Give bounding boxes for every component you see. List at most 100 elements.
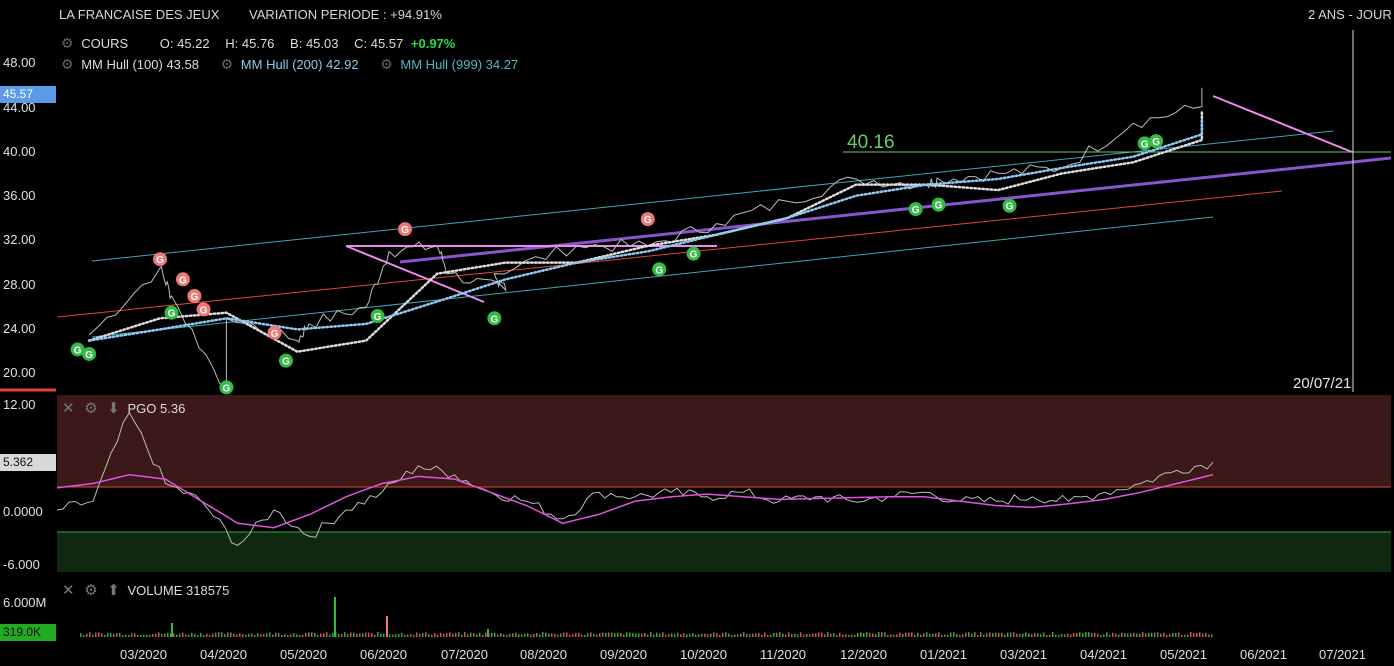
volume-bar	[1130, 633, 1132, 637]
volume-bar	[101, 633, 103, 637]
volume-bar	[983, 634, 985, 637]
volume-bar	[377, 632, 379, 637]
volume-bar	[122, 634, 124, 637]
x-tick: 07/2020	[441, 647, 488, 662]
volume-bar	[158, 632, 160, 637]
volume-bar	[1169, 633, 1171, 637]
volume-bar	[776, 632, 778, 637]
volume-bar	[734, 634, 736, 637]
y-tick: 20.00	[3, 365, 36, 380]
volume-bar	[287, 634, 289, 637]
volume-bar	[524, 633, 526, 637]
volume-bar	[707, 634, 709, 637]
volume-bar	[584, 634, 586, 637]
volume-bar	[1142, 632, 1144, 637]
y-tick: 28.00	[3, 277, 36, 292]
volume-bar	[1106, 632, 1108, 637]
volume-bar	[644, 632, 646, 637]
volume-bar	[665, 634, 667, 637]
buy-signal-marker-glyph: G	[85, 350, 93, 361]
volume-bar	[653, 634, 655, 637]
x-tick: 03/2020	[120, 647, 167, 662]
sell-signal-marker-glyph: G	[401, 225, 409, 236]
volume-bar	[1199, 632, 1201, 637]
volume-bar	[674, 634, 676, 637]
volume-bar	[905, 632, 907, 637]
volume-bar	[260, 634, 262, 637]
arrow-down-icon[interactable]: ⬇	[107, 400, 120, 417]
volume-bar	[1175, 632, 1177, 637]
volume-bar	[965, 632, 967, 637]
volume-bar	[353, 632, 355, 637]
volume-value-box: 319.0K	[0, 624, 56, 641]
volume-bar	[140, 634, 142, 637]
volume-bar	[749, 634, 751, 637]
volume-bar	[803, 634, 805, 637]
volume-bar	[302, 634, 304, 637]
volume-bar	[812, 633, 814, 637]
x-tick: 10/2020	[680, 647, 727, 662]
volume-bar	[386, 616, 388, 637]
volume-bar	[920, 634, 922, 637]
arrow-up-icon[interactable]: ⬆	[107, 582, 120, 599]
volume-bar	[125, 634, 127, 637]
volume-bar	[602, 632, 604, 637]
volume-bar	[1004, 634, 1006, 637]
volume-bar	[650, 632, 652, 637]
volume-bar	[1037, 633, 1039, 637]
volume-bar	[452, 633, 454, 637]
x-tick: 11/2020	[760, 647, 807, 662]
volume-bar	[1205, 632, 1207, 637]
close-icon[interactable]: ✕	[62, 400, 75, 417]
volume-bar	[521, 634, 523, 637]
chart-canvas[interactable]: GGGGGG GGGG G GG GGGGGGGG	[0, 0, 1394, 666]
volume-bar	[683, 632, 685, 637]
gear-icon[interactable]: ⚙	[84, 582, 97, 599]
volume-bar	[692, 633, 694, 637]
volume-bar	[875, 634, 877, 637]
volume-bar	[611, 632, 613, 637]
volume-bar	[1079, 632, 1081, 637]
gear-icon[interactable]: ⚙	[84, 400, 97, 417]
volume-bar	[557, 634, 559, 637]
volume-bar	[371, 632, 373, 637]
volume-bar	[83, 634, 85, 637]
volume-bar	[1064, 634, 1066, 637]
volume-bar	[989, 632, 991, 637]
close-icon[interactable]: ✕	[62, 582, 75, 599]
volume-bar	[638, 633, 640, 637]
volume-bar	[1085, 632, 1087, 637]
volume-bar	[620, 632, 622, 637]
volume-bar	[278, 633, 280, 637]
volume-bar	[788, 632, 790, 637]
volume-bar	[308, 632, 310, 637]
volume-bar	[215, 632, 217, 637]
volume-bar	[716, 632, 718, 637]
sell-signal-marker-glyph: G	[156, 255, 164, 266]
volume-bar	[1094, 632, 1096, 637]
volume-bar	[428, 634, 430, 637]
buy-signal-marker-glyph: G	[374, 312, 382, 323]
volume-bar	[656, 632, 658, 637]
volume-bar	[1097, 633, 1099, 637]
volume-bar	[398, 633, 400, 637]
volume-bar	[1100, 634, 1102, 637]
volume-bar	[575, 633, 577, 637]
volume-bar	[173, 633, 175, 637]
volume-bar	[290, 634, 292, 637]
volume-bar	[1025, 632, 1027, 637]
volume-bar	[1172, 632, 1174, 637]
volume-bar	[305, 632, 307, 637]
sell-signal-marker-glyph: G	[200, 305, 208, 316]
volume-bar	[275, 632, 277, 637]
volume-bar	[533, 633, 535, 637]
volume-bar	[578, 632, 580, 637]
volume-bar	[842, 634, 844, 637]
volume-bar	[1082, 633, 1084, 637]
volume-bar	[551, 633, 553, 637]
volume-bar	[146, 634, 148, 637]
volume-bar	[245, 634, 247, 637]
volume-bar	[1196, 633, 1198, 637]
volume-bar	[242, 633, 244, 637]
volume-bar	[1016, 633, 1018, 637]
